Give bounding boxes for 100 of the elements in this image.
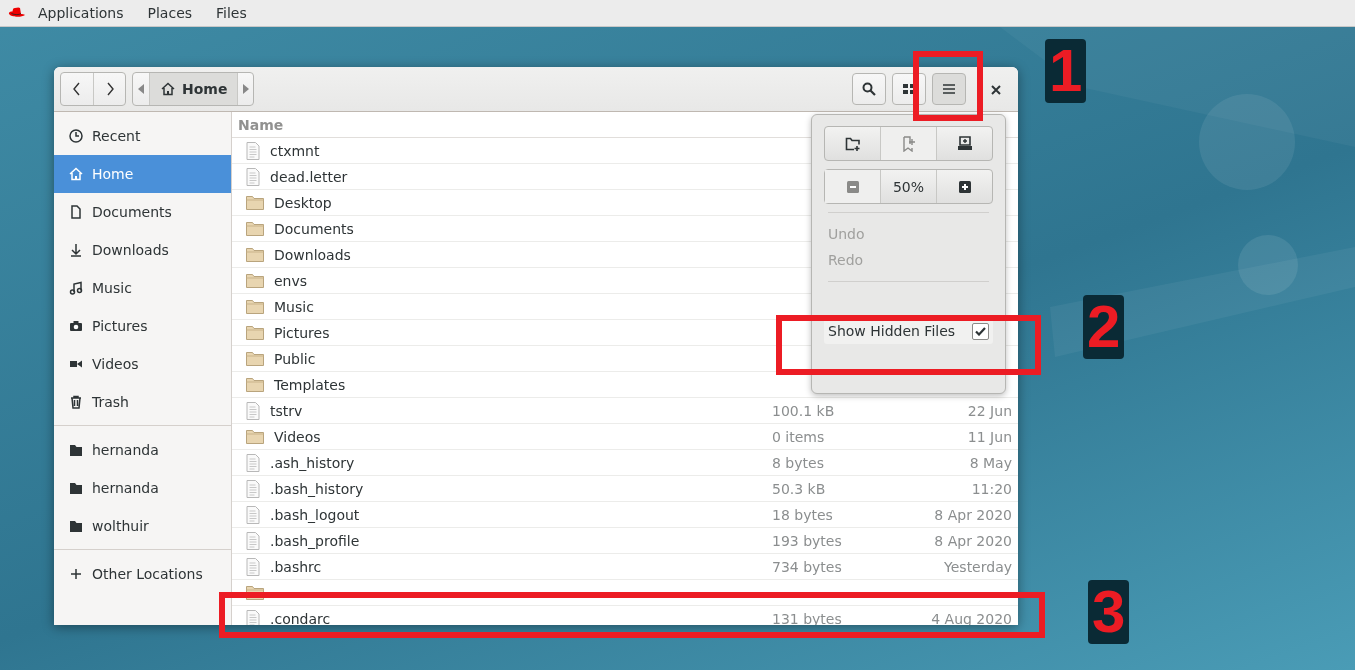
sidebar-item[interactable]: Pictures [54, 307, 231, 345]
folder-icon [246, 195, 264, 210]
file-name: dead.letter [270, 168, 348, 185]
file-icon [246, 141, 260, 160]
file-name: .bash_history [270, 480, 364, 497]
chevron-right-icon [104, 82, 115, 96]
plus-icon [958, 180, 971, 193]
file-icon [246, 479, 260, 498]
folder-icon [68, 518, 84, 534]
file-name: .ash_history [270, 454, 355, 471]
minus-icon [846, 180, 859, 193]
file-name: Desktop [274, 194, 332, 211]
recent-icon [68, 128, 84, 144]
sidebar-item[interactable]: Music [54, 269, 231, 307]
file-name: tstrv [270, 402, 303, 419]
file-size: 0 items [772, 428, 826, 445]
top-menu-item[interactable]: Files [204, 0, 259, 26]
file-icon [246, 531, 260, 550]
file-name: Public [274, 350, 316, 367]
folder-icon [246, 429, 264, 444]
file-modified: 11 Jun [966, 428, 1013, 445]
folder-icon [68, 442, 84, 458]
sidebar-item[interactable]: Downloads [54, 231, 231, 269]
file-size: 18 bytes [772, 506, 834, 523]
zoom-out-button[interactable] [825, 170, 880, 203]
folder-icon [246, 325, 264, 340]
file-icon [246, 557, 260, 576]
chevron-left-icon [72, 82, 82, 96]
trash-icon [68, 394, 84, 410]
step-number: 2 [1083, 295, 1125, 359]
file-size: 50.3 kB [772, 480, 827, 497]
file-name: Templates [274, 376, 346, 393]
folder-icon [246, 351, 264, 366]
file-modified: Yesterday [943, 558, 1013, 575]
file-name: Music [274, 298, 314, 315]
file-name: ctxmnt [270, 142, 320, 159]
sidebar-item[interactable]: hernanda [54, 431, 231, 469]
plus-icon [68, 566, 84, 582]
top-menu-item[interactable]: Places [135, 0, 205, 26]
file-size: 100.1 kB [772, 402, 836, 419]
file-icon [246, 401, 260, 420]
grid-icon [903, 84, 915, 94]
file-name: .condarc [270, 610, 331, 625]
file-name: Documents [274, 220, 354, 237]
file-name: .bash_profile [270, 532, 360, 549]
menu-icon [943, 84, 955, 94]
sidebar-item[interactable]: Recent [54, 117, 231, 155]
file-icon [246, 453, 260, 472]
top-menu-item[interactable]: Applications [26, 0, 136, 26]
sidebar-item[interactable]: Other Locations [54, 555, 231, 593]
file-icon [246, 505, 260, 524]
file-modified: 11:20 [970, 480, 1013, 497]
check-icon [975, 326, 986, 336]
file-name: Downloads [274, 246, 351, 263]
search-button[interactable] [852, 73, 886, 105]
sidebar-item[interactable]: Trash [54, 383, 231, 421]
music-icon [68, 280, 84, 296]
file-name: Videos [274, 428, 321, 445]
file-modified: 8 Apr 2020 [933, 506, 1013, 523]
path-button[interactable]: Home [149, 73, 238, 105]
home-icon [68, 166, 84, 182]
drive-plus-icon [956, 136, 973, 151]
search-icon [862, 82, 876, 96]
triangle-right-icon [242, 84, 249, 94]
bookmark-plus-icon [901, 135, 916, 152]
folder-icon [246, 221, 264, 236]
step-number: 1 [1045, 39, 1087, 103]
file-modified: 8 Apr 2020 [933, 532, 1013, 549]
file-name: .bash_logout [270, 506, 360, 523]
camera-icon [68, 318, 84, 334]
folder-icon [246, 247, 264, 262]
menu-button[interactable] [932, 73, 966, 105]
highlight-frame [913, 51, 983, 121]
zoom-level-button[interactable]: 50% [880, 170, 936, 203]
sidebar-item[interactable]: Videos [54, 345, 231, 383]
file-name: Pictures [274, 324, 330, 341]
checkbox[interactable] [972, 322, 989, 340]
file-size: 734 bytes [772, 558, 843, 575]
file-name: .bashrc [270, 558, 322, 575]
file-name: envs [274, 272, 308, 289]
sidebar-item[interactable]: wolthuir [54, 507, 231, 545]
sidebar-item[interactable]: Documents [54, 193, 231, 231]
folder-icon [246, 273, 264, 288]
step-number: 3 [1088, 580, 1130, 644]
file-size: 193 bytes [772, 532, 843, 549]
folder-icon [68, 480, 84, 496]
folder-icon [246, 377, 264, 392]
folder-plus-icon [844, 136, 861, 151]
triangle-left-icon [138, 84, 144, 94]
file-size: 8 bytes [772, 454, 825, 471]
download-icon [68, 242, 84, 258]
sidebar-item[interactable]: hernanda [54, 469, 231, 507]
home-icon [160, 81, 176, 97]
file-icon [246, 167, 260, 186]
close-icon [991, 84, 1001, 95]
document-icon [68, 204, 84, 220]
file-modified: 8 May [968, 454, 1013, 471]
file-modified: 22 Jun [966, 402, 1013, 419]
hat-logo-icon [8, 6, 26, 20]
folder-icon [246, 299, 264, 314]
